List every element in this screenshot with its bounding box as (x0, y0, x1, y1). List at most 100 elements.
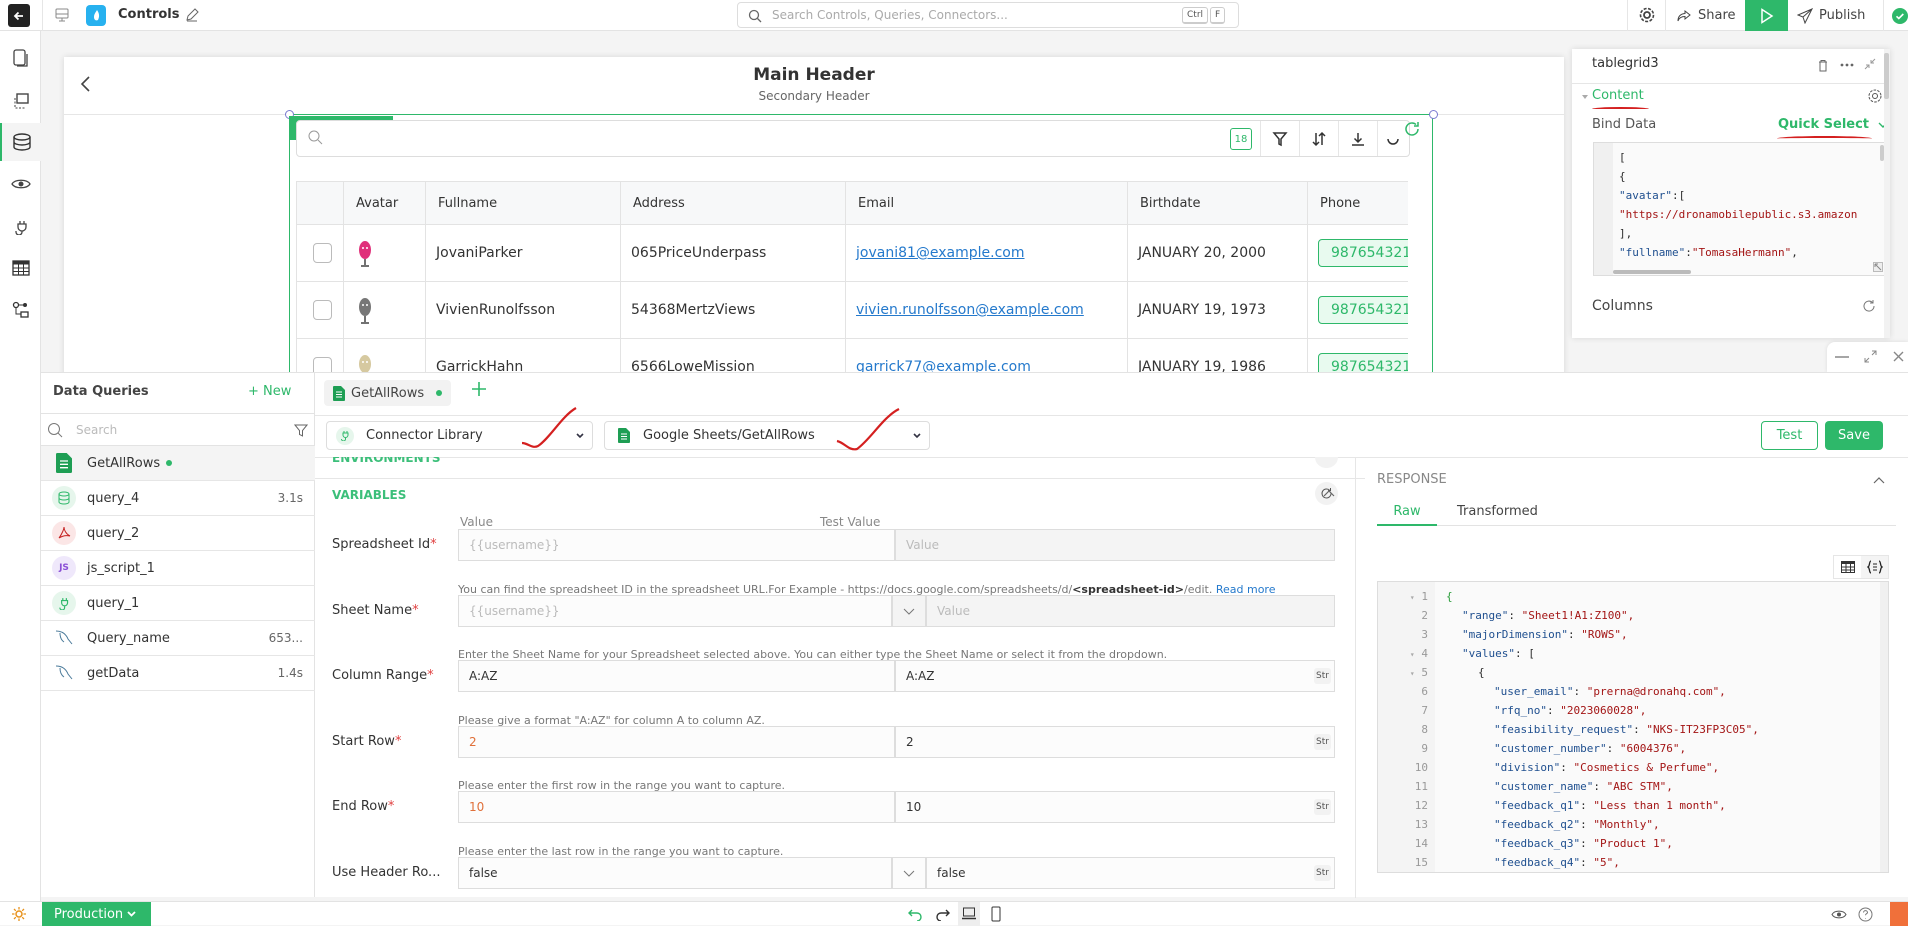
field-test-value-input[interactable]: A:AZ Str (895, 660, 1335, 692)
field-value-input[interactable]: {{username}} (458, 595, 892, 627)
close-icon[interactable] (1893, 351, 1904, 362)
read-more-link[interactable]: Read more (1216, 583, 1276, 596)
redo-icon[interactable] (936, 909, 950, 921)
share-button[interactable]: Share (1676, 0, 1736, 31)
add-tab-button[interactable] (471, 381, 487, 397)
type-badge[interactable]: Str (1314, 668, 1331, 684)
rail-tables[interactable] (0, 249, 41, 287)
json-view-button[interactable] (1861, 556, 1888, 578)
desktop-icon[interactable] (54, 7, 70, 23)
back-button[interactable] (8, 4, 30, 27)
rail-screens[interactable] (0, 40, 41, 78)
row-checkbox[interactable] (313, 243, 332, 263)
query-list-item[interactable]: query_2 (41, 516, 315, 551)
field-value-input[interactable]: {{username}} (458, 529, 895, 561)
field-test-value-input[interactable]: false Str (926, 857, 1335, 889)
table-row[interactable]: JovaniParker 065PriceUnderpass jovani81@ex… (296, 224, 1409, 282)
field-test-value-input[interactable]: Value (895, 529, 1335, 561)
environment-dropdown[interactable]: Production (42, 902, 151, 926)
chevron-up-icon[interactable] (1873, 477, 1885, 484)
help-icon[interactable] (1858, 907, 1873, 922)
column-header[interactable]: Address (620, 181, 846, 225)
row-select[interactable] (296, 224, 344, 282)
field-value-input[interactable]: 10 (458, 791, 895, 823)
response-scrollbar[interactable] (1880, 582, 1888, 872)
table-row[interactable]: VivienRunolfsson 54368MertzViews vivien.ru… (296, 281, 1409, 339)
rail-preview[interactable] (0, 165, 41, 203)
row-checkbox[interactable] (313, 300, 332, 320)
props-scrollbar[interactable] (1884, 49, 1890, 338)
horizontal-scrollbar[interactable] (1613, 270, 1691, 274)
rail-data[interactable] (0, 123, 41, 161)
field-value-input[interactable]: 2 (458, 726, 895, 758)
bind-data-editor[interactable]: [{"avatar":["https://dronamobilepublic.s… (1593, 142, 1887, 276)
mobile-icon[interactable] (991, 906, 1001, 922)
type-badge[interactable]: Str (1314, 865, 1331, 881)
column-header[interactable]: Email (845, 181, 1128, 225)
collapse-icon[interactable] (1864, 58, 1876, 70)
sort-button[interactable] (1299, 121, 1337, 156)
download-button[interactable] (1338, 121, 1376, 156)
refresh-icon[interactable] (1403, 120, 1421, 138)
settings-button[interactable] (1638, 6, 1656, 24)
expand-editor-icon[interactable] (1873, 262, 1883, 272)
save-button[interactable]: Save (1825, 421, 1883, 450)
query-list-item[interactable]: query_4 3.1s (41, 481, 315, 516)
field-test-value-input[interactable]: 2 Str (895, 726, 1335, 758)
row-select[interactable] (296, 281, 344, 339)
desktop-view-button[interactable] (958, 902, 980, 926)
table-view-button[interactable] (1834, 556, 1861, 578)
field-test-value-input[interactable]: Value (926, 595, 1335, 627)
tab-raw[interactable]: Raw (1377, 498, 1437, 526)
tab-transformed[interactable]: Transformed (1457, 504, 1538, 519)
type-badge[interactable]: Str (1314, 734, 1331, 750)
pencil-icon[interactable] (184, 7, 200, 23)
filter-icon[interactable] (294, 424, 308, 437)
variables-section-label[interactable]: VARIABLES (332, 488, 406, 502)
refresh-icon[interactable] (1862, 299, 1876, 313)
support-chat-button[interactable] (1890, 902, 1908, 926)
query-tab[interactable]: GetAllRows (324, 380, 452, 406)
more-icon[interactable] (1840, 63, 1854, 67)
rail-layers[interactable] (0, 82, 41, 120)
publish-button[interactable]: Publish (1797, 0, 1865, 31)
column-header[interactable]: Avatar (343, 181, 426, 225)
query-list-item[interactable]: JS js_script_1 (41, 551, 315, 586)
query-list-item[interactable]: query_1 (41, 586, 315, 621)
global-search-input[interactable]: Search Controls, Queries, Connectors... … (737, 2, 1239, 28)
query-list-item[interactable]: GetAllRows (41, 446, 315, 481)
resize-handle[interactable] (1429, 110, 1438, 119)
eye-icon[interactable] (1831, 909, 1847, 920)
query-search-input[interactable]: Search (41, 413, 315, 446)
rail-workflows[interactable] (0, 291, 41, 329)
query-list-item[interactable]: Query_name 653... (41, 621, 315, 656)
quick-select-dropdown[interactable]: Quick Select (1778, 117, 1888, 132)
maximize-icon[interactable] (1864, 350, 1877, 363)
gear-icon[interactable] (1867, 88, 1883, 104)
column-header[interactable]: Phone (1307, 181, 1409, 225)
email-link[interactable]: vivien.runolfsson@example.com (856, 302, 1084, 318)
chevron-up-icon[interactable] (1323, 490, 1335, 497)
new-query-button[interactable]: + New (248, 384, 291, 399)
caret-down-icon[interactable] (1582, 95, 1588, 99)
undo-icon[interactable] (908, 909, 922, 921)
field-test-value-input[interactable]: 10 Str (895, 791, 1335, 823)
column-header[interactable]: Fullname (425, 181, 621, 225)
type-badge[interactable]: Str (1314, 799, 1331, 815)
rail-connectors[interactable] (0, 207, 41, 245)
environments-refresh-button[interactable] (1315, 457, 1338, 468)
environments-section[interactable]: ENVIRONMENTS (332, 457, 441, 468)
response-json-viewer[interactable]: ▾ 1{2 "range": "Sheet1!A1:Z100", 3 "majorDi… (1377, 581, 1889, 873)
minimize-icon[interactable] (1835, 356, 1849, 358)
field-value-input[interactable]: A:AZ (458, 660, 895, 692)
query-list-item[interactable]: getData 1.4s (41, 656, 315, 691)
column-header[interactable]: Birthdate (1127, 181, 1308, 225)
preview-run-button[interactable] (1745, 0, 1788, 31)
field-dropdown-toggle[interactable] (892, 595, 926, 627)
email-link[interactable]: jovani81@example.com (856, 245, 1025, 261)
field-dropdown-toggle[interactable] (892, 857, 926, 889)
trash-icon[interactable] (1817, 59, 1829, 72)
test-button[interactable]: Test (1761, 421, 1818, 450)
field-value-input[interactable]: false (458, 857, 892, 889)
content-section-label[interactable]: Content (1592, 88, 1644, 103)
